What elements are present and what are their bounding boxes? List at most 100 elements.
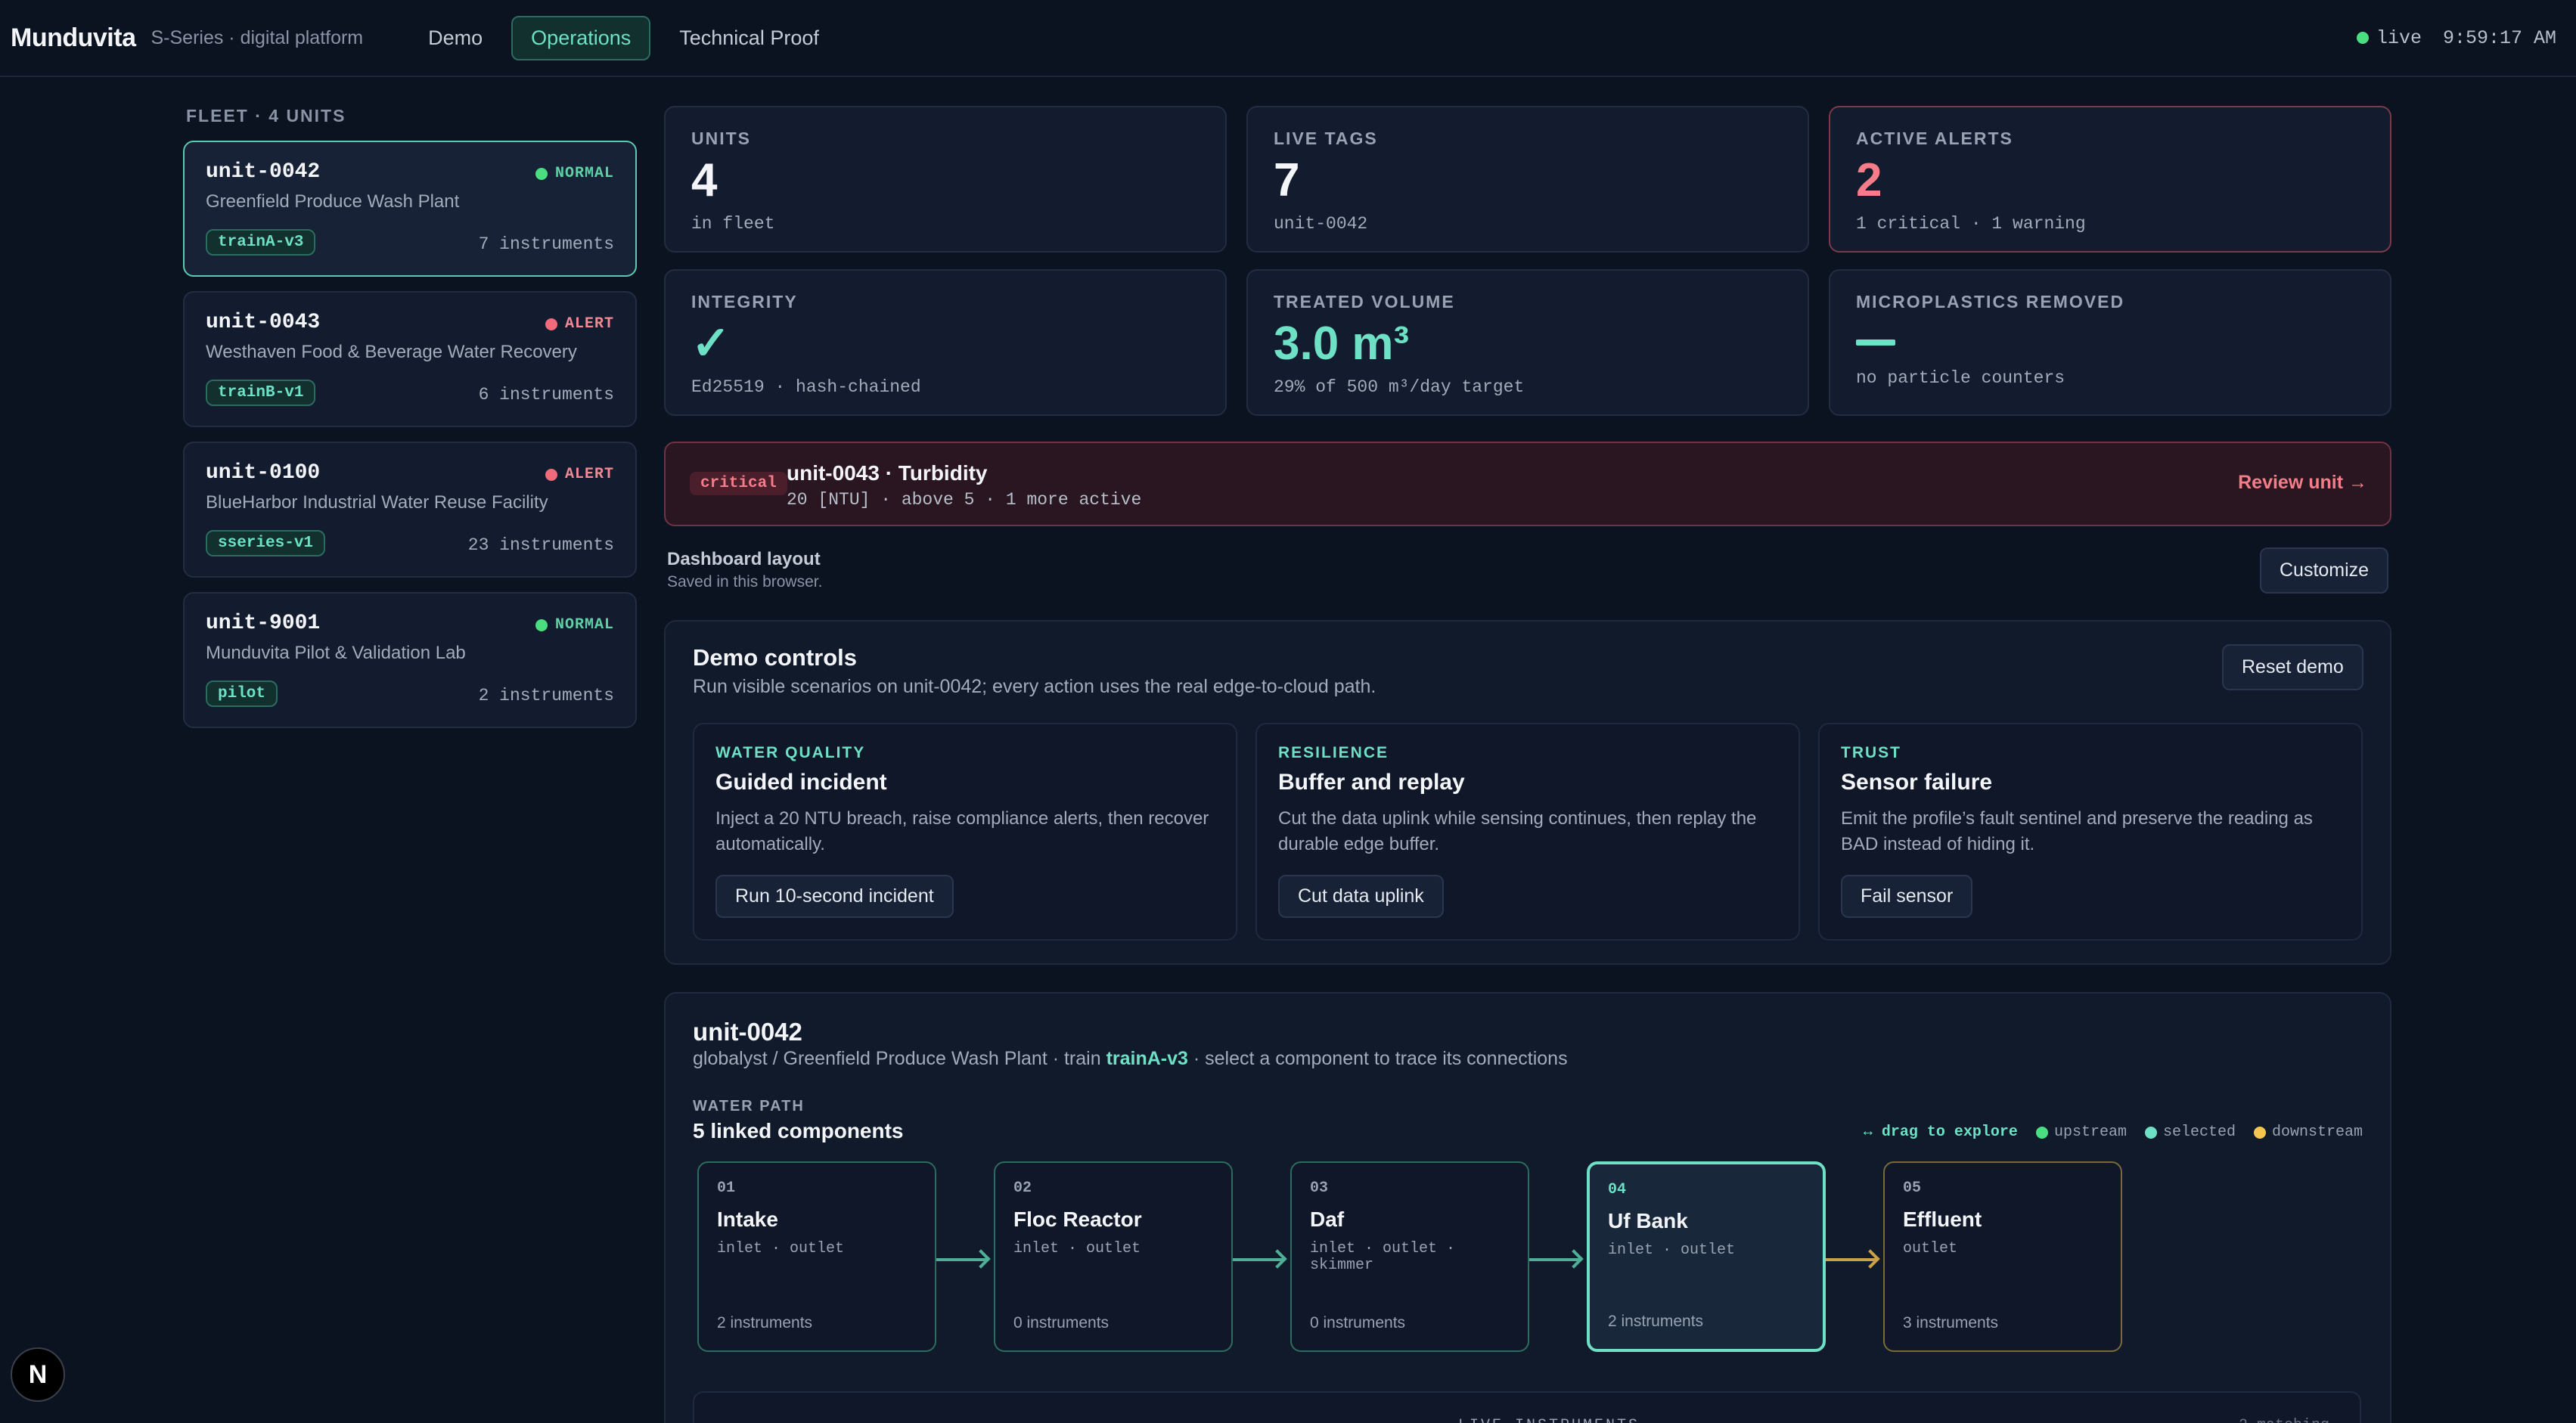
status-label: ALERT — [564, 466, 614, 483]
water-path-label: WATER PATH — [693, 1098, 805, 1115]
status-dot-icon — [545, 318, 557, 330]
stat-treated-volume: TREATED VOLUME 3.0 m³ 29% of 500 m³/day … — [1246, 269, 1809, 416]
brand-subtitle: S-Series · digital platform — [151, 26, 364, 48]
stat-active-alerts[interactable]: ACTIVE ALERTS 2 1 critical · 1 warning — [1829, 106, 2391, 253]
unit-card-0043[interactable]: unit-0043 ALERT Westhaven Food & Beverag… — [183, 291, 637, 427]
status-label: NORMAL — [554, 616, 614, 634]
unit-detail-title: unit-0042 — [693, 1018, 802, 1046]
live-indicator: live — [2356, 26, 2422, 49]
component-name: Effluent — [1903, 1208, 1982, 1231]
stat-value: 2 — [1856, 154, 1882, 206]
stat-label: ACTIVE ALERTS — [1856, 129, 2013, 148]
unit-site: Greenfield Produce Wash Plant — [206, 191, 460, 212]
stat-label: UNITS — [691, 129, 751, 148]
scenario-description: Cut the data uplink while sensing contin… — [1278, 808, 1757, 854]
dev-badge-icon[interactable]: N — [11, 1347, 65, 1402]
upstream-dot-icon — [2035, 1126, 2048, 1139]
fail-sensor-button[interactable]: Fail sensor — [1841, 875, 1973, 918]
stat-units: UNITS 4 in fleet — [664, 106, 1227, 253]
dashboard-layout-subtitle: Saved in this browser. — [667, 573, 823, 591]
tab-demo[interactable]: Demo — [408, 16, 502, 60]
drag-hint: ↔ drag to explore — [1863, 1124, 2018, 1141]
empty-dash-icon — [1856, 339, 1895, 346]
component-name: Daf — [1310, 1208, 1345, 1231]
component-name: Intake — [717, 1208, 778, 1231]
linked-count: 5 linked components — [693, 1119, 904, 1142]
live-label: live — [2376, 26, 2422, 49]
component-ports: inlet · outlet — [717, 1240, 845, 1257]
unit-card-0100[interactable]: unit-0100 ALERT BlueHarbor Industrial Wa… — [183, 442, 637, 578]
selected-dot-icon — [2144, 1126, 2157, 1139]
unit-detail-path: globalyst / Greenfield Produce Wash Plan… — [693, 1048, 1568, 1070]
scenario-category: TRUST — [1841, 744, 1901, 761]
instrument-count: 7 instruments — [478, 234, 614, 254]
fleet-title: FLEET · 4 UNITS — [186, 106, 346, 126]
alert-detail: 20 [NTU] · above 5 · 1 more active — [787, 490, 1142, 510]
component-intake[interactable]: 01 Intake inlet · outlet 2 instruments — [697, 1161, 936, 1352]
cut-uplink-button[interactable]: Cut data uplink — [1278, 875, 1444, 918]
customize-button[interactable]: Customize — [2260, 547, 2389, 594]
severity-badge: critical — [690, 472, 787, 495]
clock: 9:59:17 AM — [2442, 26, 2556, 49]
reset-demo-button[interactable]: Reset demo — [2222, 644, 2363, 690]
stat-label: TREATED VOLUME — [1274, 292, 1455, 312]
stat-value: 3.0 m³ — [1274, 318, 1410, 370]
component-ports: inlet · outlet — [1608, 1242, 1736, 1259]
status-badge: NORMAL — [535, 616, 614, 634]
scenario-title: Guided incident — [715, 770, 887, 795]
alert-banner: critical unit-0043 · Turbidity 20 [NTU] … — [664, 442, 2391, 526]
instrument-count: 23 instruments — [467, 535, 614, 555]
stat-sub: unit-0042 — [1274, 214, 1368, 234]
scenario-description: Inject a 20 NTU breach, raise compliance… — [715, 808, 1209, 854]
tab-technical-proof[interactable]: Technical Proof — [660, 16, 839, 60]
review-unit-link[interactable]: Review unit → — [2238, 472, 2367, 494]
demo-controls-title: Demo controls — [693, 644, 858, 671]
brand-logo[interactable]: Munduvita — [11, 23, 136, 53]
alert-title: unit-0043 · Turbidity — [787, 461, 988, 485]
train-tag: trainB-v1 — [206, 380, 316, 406]
stat-label: LIVE TAGS — [1274, 129, 1378, 148]
scenario-card-water-quality: WATER QUALITY Guided incident Inject a 2… — [693, 723, 1237, 941]
status-dot-icon — [545, 468, 557, 481]
instrument-count: 6 instruments — [478, 385, 614, 405]
component-daf[interactable]: 03 Daf inlet · outlet · skimmer 0 instru… — [1290, 1161, 1529, 1352]
unit-site: Westhaven Food & Beverage Water Recovery — [206, 342, 577, 362]
check-icon: ✓ — [691, 318, 731, 370]
component-uf-bank[interactable]: 04 Uf Bank inlet · outlet 2 instruments — [1587, 1161, 1826, 1352]
train-tag: trainA-v3 — [206, 229, 316, 256]
stat-sub: in fleet — [691, 214, 775, 234]
scenario-card-resilience: RESILIENCE Buffer and replay Cut the dat… — [1255, 723, 1800, 941]
run-incident-button[interactable]: Run 10-second incident — [715, 875, 954, 918]
stat-label: INTEGRITY — [691, 292, 798, 312]
tab-operations[interactable]: Operations — [511, 15, 651, 60]
path-suffix: · select a component to trace its connec… — [1187, 1048, 1568, 1069]
legend-label: upstream — [2053, 1124, 2127, 1141]
unit-site: Munduvita Pilot & Validation Lab — [206, 643, 466, 663]
unit-card-0042[interactable]: unit-0042 NORMAL Greenfield Produce Wash… — [183, 141, 637, 277]
stat-label: MICROPLASTICS REMOVED — [1856, 292, 2125, 312]
train-tag: sseries-v1 — [206, 530, 326, 556]
scenario-title: Buffer and replay — [1278, 770, 1465, 795]
component-effluent[interactable]: 05 Effluent outlet 3 instruments — [1883, 1161, 2122, 1352]
path-train: trainA-v3 — [1106, 1048, 1188, 1069]
legend-downstream: downstream — [2253, 1124, 2363, 1141]
stat-sub: 1 critical · 1 warning — [1856, 214, 2086, 234]
unit-site: BlueHarbor Industrial Water Reuse Facili… — [206, 492, 548, 513]
connector-arrow-icon — [1529, 1258, 1581, 1261]
stat-sub: no particle counters — [1856, 368, 2065, 388]
scenario-card-trust: TRUST Sensor failure Emit the profile’s … — [1818, 723, 2363, 941]
live-instruments-count: 2 matching — [2239, 1417, 2329, 1423]
component-ports: inlet · outlet — [1013, 1240, 1141, 1257]
component-instruments: 2 instruments — [1608, 1313, 1704, 1330]
legend-upstream: upstream — [2035, 1124, 2127, 1141]
component-ports: outlet — [1903, 1240, 1958, 1257]
status-label: ALERT — [564, 315, 614, 333]
component-ports: inlet · outlet · skimmer — [1310, 1240, 1456, 1274]
legend-label: downstream — [2271, 1124, 2363, 1141]
unit-card-9001[interactable]: unit-9001 NORMAL Munduvita Pilot & Valid… — [183, 592, 637, 728]
component-floc-reactor[interactable]: 02 Floc Reactor inlet · outlet 0 instrum… — [994, 1161, 1233, 1352]
connector-arrow-icon — [1826, 1258, 1877, 1261]
main-nav: Demo Operations Technical Proof — [408, 15, 839, 60]
component-name: Uf Bank — [1608, 1209, 1688, 1232]
demo-controls-subtitle: Run visible scenarios on unit-0042; ever… — [693, 676, 1376, 697]
